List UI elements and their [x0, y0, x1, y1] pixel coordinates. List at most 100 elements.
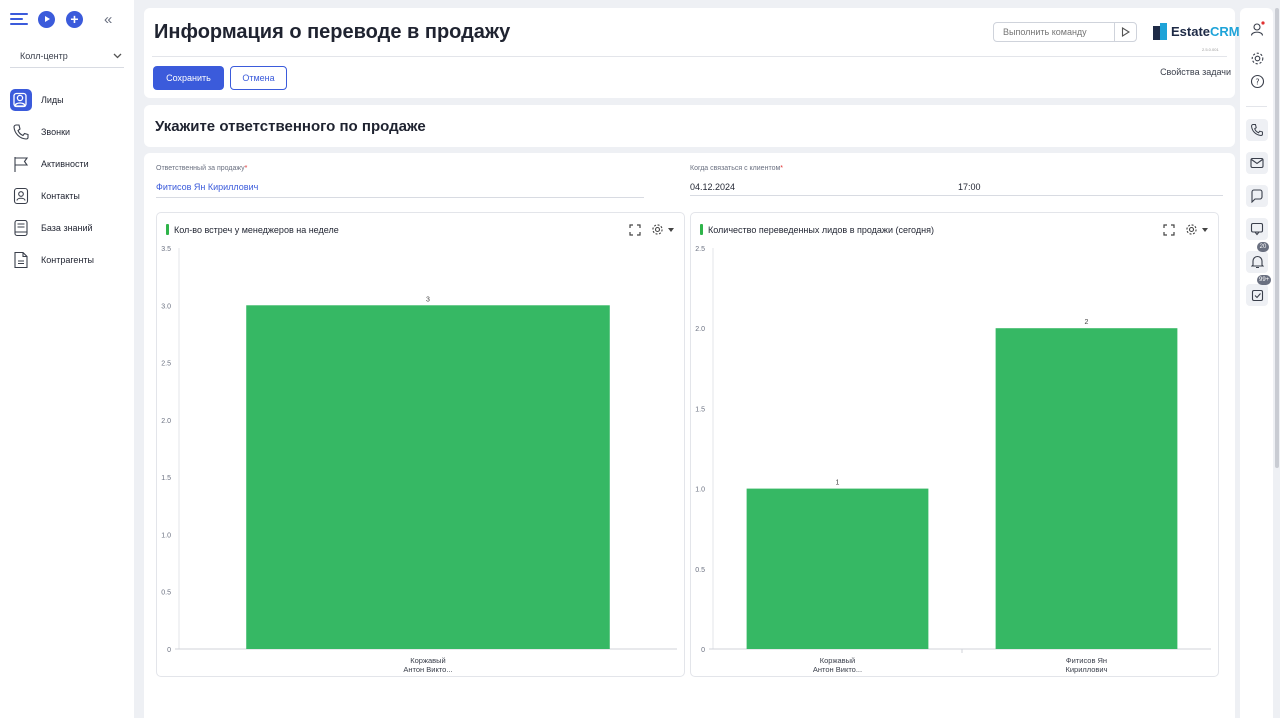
chart-bar: [246, 305, 610, 649]
scrollbar-thumb[interactable]: [1275, 8, 1279, 468]
chart-card-meetings: Кол-во встреч у менеджеров на неделе 0 0.…: [156, 212, 685, 677]
run-command-icon[interactable]: [1114, 23, 1136, 41]
y-tick-label: 2.5: [161, 361, 171, 368]
document-icon: [10, 249, 32, 271]
add-button-icon[interactable]: +: [66, 10, 83, 28]
cancel-button[interactable]: Отмена: [230, 66, 287, 90]
required-mark: *: [244, 165, 248, 172]
y-tick-label: 0.5: [695, 567, 705, 574]
section-title: Укажите ответственного по продаже: [155, 118, 426, 135]
meetings-bar-chart: 0 0.5 1.0 1.5 2.0 2.5 3.0 3.5 3 КоржавыйАнтон Вик…: [161, 246, 677, 674]
x-category-label: Коржавый: [410, 656, 445, 665]
sidebar-item-label: Лиды: [41, 95, 64, 105]
chart-bar: [995, 328, 1178, 649]
sidebar-item-label: База знаний: [41, 223, 93, 233]
help-icon[interactable]: ?: [1248, 72, 1266, 90]
chat-icon[interactable]: [1246, 185, 1268, 207]
chart-card-transferred-leads: Количество переведенных лидов в продажи …: [690, 212, 1219, 677]
contact-date-field[interactable]: 04.12.2024: [690, 182, 735, 192]
sidebar-item-label: Контакты: [41, 191, 80, 201]
page-scrollbar[interactable]: [1274, 8, 1280, 718]
sidebar-nav: Лиды Звонки Активности Контакты База зна…: [0, 84, 134, 276]
y-tick-label: 2.0: [161, 418, 171, 425]
transferred-leads-bar-chart: 0 0.5 1.0 1.5 2.0 2.5 1 КоржавыйАнтон Викто... 2…: [695, 246, 1211, 674]
header-panel: Информация о переводе в продажу EstateCR…: [144, 8, 1240, 98]
chart-bar: [746, 488, 929, 649]
y-tick-label: 0: [701, 647, 705, 654]
x-category-label: Антон Викто...: [403, 665, 452, 674]
logo-text-estate: Estate: [1171, 24, 1211, 39]
contact-time-field[interactable]: 17:00: [958, 182, 981, 192]
right-rail: ? 20 99+: [1240, 8, 1273, 718]
contact-time-field-label: Когда связаться с клиентом*: [690, 165, 783, 172]
sidebar-toolbar: + «: [0, 0, 134, 38]
app-version: 2.5.0.001: [1202, 47, 1219, 52]
contact-icon: [10, 185, 32, 207]
phone-icon: [10, 121, 32, 143]
left-sidebar: + « Колл-центр Лиды Звонки Активности Ко…: [0, 0, 134, 718]
save-button[interactable]: Сохранить: [153, 66, 224, 90]
y-tick-label: 3.0: [161, 303, 171, 310]
rail-divider: [1246, 106, 1267, 107]
responsible-label-text: Ответственный за продажу: [156, 165, 245, 172]
chevron-down-icon: [113, 53, 122, 58]
sidebar-item-label: Звонки: [41, 127, 71, 137]
y-tick-label: 2.5: [695, 246, 705, 253]
phone-icon[interactable]: [1246, 119, 1268, 141]
section-panel: Укажите ответственного по продаже: [144, 105, 1235, 147]
flag-icon: [10, 153, 32, 175]
responsible-field-underline: [156, 197, 644, 198]
contact-label-text: Когда связаться с клиентом: [690, 165, 781, 172]
bar-value-label: 2: [1085, 319, 1089, 326]
workspace-select-value: Колл-центр: [20, 50, 68, 61]
required-mark: *: [780, 165, 784, 172]
x-category-label: Антон Викто...: [813, 665, 862, 674]
task-properties-link[interactable]: Свойства задачи: [1160, 67, 1231, 77]
mail-icon[interactable]: [1246, 152, 1268, 174]
estatecrm-logo: Estate CRM: [1153, 23, 1240, 40]
message-icon[interactable]: [1246, 218, 1268, 240]
workspace-select[interactable]: Колл-центр: [10, 44, 124, 68]
sidebar-item-counterparties[interactable]: Контрагенты: [0, 244, 134, 276]
logo-text-crm: CRM: [1210, 24, 1240, 39]
play-button-icon[interactable]: [38, 10, 55, 28]
command-input[interactable]: [994, 23, 1114, 41]
bar-value-label: 3: [426, 296, 430, 303]
y-tick-label: 1.5: [695, 406, 705, 413]
sidebar-item-label: Активности: [41, 159, 89, 169]
x-category-label: Коржавый: [820, 656, 855, 665]
page-title: Информация о переводе в продажу: [154, 21, 511, 43]
y-tick-label: 1.0: [161, 532, 171, 539]
building-logo-icon: [1153, 23, 1167, 40]
y-tick-label: 0: [167, 647, 171, 654]
y-tick-label: 1.5: [161, 475, 171, 482]
sidebar-item-calls[interactable]: Звонки: [0, 116, 134, 148]
hamburger-menu-icon[interactable]: [10, 12, 28, 26]
responsible-field-label: Ответственный за продажу*: [156, 165, 247, 172]
sidebar-item-knowledge-base[interactable]: База знаний: [0, 212, 134, 244]
user-profile-icon[interactable]: [1248, 20, 1266, 38]
y-tick-label: 2.0: [695, 326, 705, 333]
command-box: [993, 22, 1137, 42]
header-divider: [152, 56, 1227, 57]
y-tick-label: 3.5: [161, 246, 171, 253]
sidebar-item-activities[interactable]: Активности: [0, 148, 134, 180]
y-tick-label: 0.5: [161, 590, 171, 597]
sidebar-item-leads[interactable]: Лиды: [0, 84, 134, 116]
responsible-field[interactable]: Фитисов Ян Кириллович: [156, 182, 258, 192]
gear-icon[interactable]: [1248, 49, 1266, 67]
notifications-badge: 20: [1257, 242, 1269, 252]
y-tick-label: 1.0: [695, 487, 705, 494]
contact-field-underline: [690, 195, 1223, 196]
x-category-label: Фитисов Ян: [1066, 656, 1107, 665]
bell-icon[interactable]: 20: [1246, 242, 1269, 273]
sidebar-item-contacts[interactable]: Контакты: [0, 180, 134, 212]
book-icon: [10, 217, 32, 239]
collapse-sidebar-icon[interactable]: «: [104, 11, 112, 28]
svg-text:?: ?: [1255, 77, 1259, 86]
sidebar-item-label: Контрагенты: [41, 255, 95, 265]
tasks-badge: 99+: [1257, 275, 1272, 285]
bar-value-label: 1: [836, 480, 840, 487]
x-category-label: Кириллович: [1065, 665, 1107, 674]
tasks-checkbox-icon[interactable]: 99+: [1246, 275, 1272, 306]
